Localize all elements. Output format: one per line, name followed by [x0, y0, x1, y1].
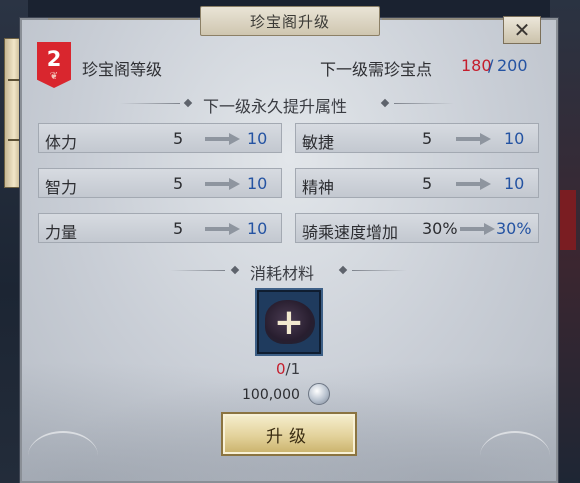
attribute-row: 力量 5 10	[38, 213, 282, 243]
points-separator: /	[488, 56, 494, 75]
scene-banner	[560, 190, 576, 250]
attribute-current: 5	[422, 129, 433, 148]
close-button[interactable]: ✕	[503, 16, 541, 44]
attribute-current: 5	[422, 174, 433, 193]
attribute-label: 体力	[45, 133, 78, 152]
attribute-next: 30%	[496, 219, 532, 238]
level-title: 珍宝阁等级	[82, 60, 163, 79]
title-ornament-left	[48, 18, 198, 20]
attributes-title: 下一级永久提升属性	[203, 97, 348, 116]
section-divider	[120, 103, 180, 104]
section-divider	[394, 103, 454, 104]
attribute-current: 30%	[422, 219, 458, 238]
arrow-right-icon	[205, 133, 240, 145]
attribute-next: 10	[247, 129, 268, 148]
attribute-label: 骑乘速度增加	[302, 223, 399, 242]
arrow-right-icon	[205, 223, 240, 235]
attribute-next: 10	[247, 219, 268, 238]
material-slot[interactable]: +	[255, 288, 323, 356]
attribute-next: 10	[504, 129, 525, 148]
level-badge: 2 ❦	[37, 42, 71, 88]
arrow-right-icon	[456, 178, 491, 190]
plus-icon: +	[273, 301, 305, 343]
attribute-row: 智力 5 10	[38, 168, 282, 198]
attribute-row: 体力 5 10	[38, 123, 282, 153]
close-icon: ✕	[513, 18, 531, 42]
level-number: 2	[46, 47, 62, 71]
window-title: 珍宝阁升级	[200, 6, 380, 36]
silver-coin-icon	[308, 383, 330, 405]
points-required: 200	[497, 56, 528, 75]
section-divider	[352, 270, 407, 271]
materials-title: 消耗材料	[250, 264, 315, 283]
material-need: 1	[290, 360, 301, 378]
arrow-right-icon	[460, 223, 495, 235]
points-label: 下一级需珍宝点	[320, 60, 433, 79]
points-current: 180	[461, 56, 492, 75]
attribute-label: 智力	[45, 178, 78, 197]
cost-value: 100,000	[242, 387, 300, 403]
cloud-ornament-left	[28, 431, 98, 481]
material-have: 0	[276, 360, 286, 378]
attribute-label: 精神	[302, 178, 335, 197]
badge-ornament-icon: ❦	[49, 71, 59, 82]
arrow-right-icon	[456, 133, 491, 145]
attribute-row: 骑乘速度增加 30% 30%	[295, 213, 539, 243]
attribute-current: 5	[173, 174, 184, 193]
section-divider	[170, 270, 225, 271]
attribute-row: 敏捷 5 10	[295, 123, 539, 153]
cloud-ornament-right	[480, 431, 550, 481]
attribute-next: 10	[247, 174, 268, 193]
material-count: 0/1	[276, 360, 300, 378]
attribute-row: 精神 5 10	[295, 168, 539, 198]
arrow-right-icon	[205, 178, 240, 190]
upgrade-button[interactable]: 升级	[221, 412, 357, 456]
attribute-label: 敏捷	[302, 133, 335, 152]
attribute-next: 10	[504, 174, 525, 193]
attribute-current: 5	[173, 129, 184, 148]
attribute-current: 5	[173, 219, 184, 238]
attribute-label: 力量	[45, 223, 78, 242]
